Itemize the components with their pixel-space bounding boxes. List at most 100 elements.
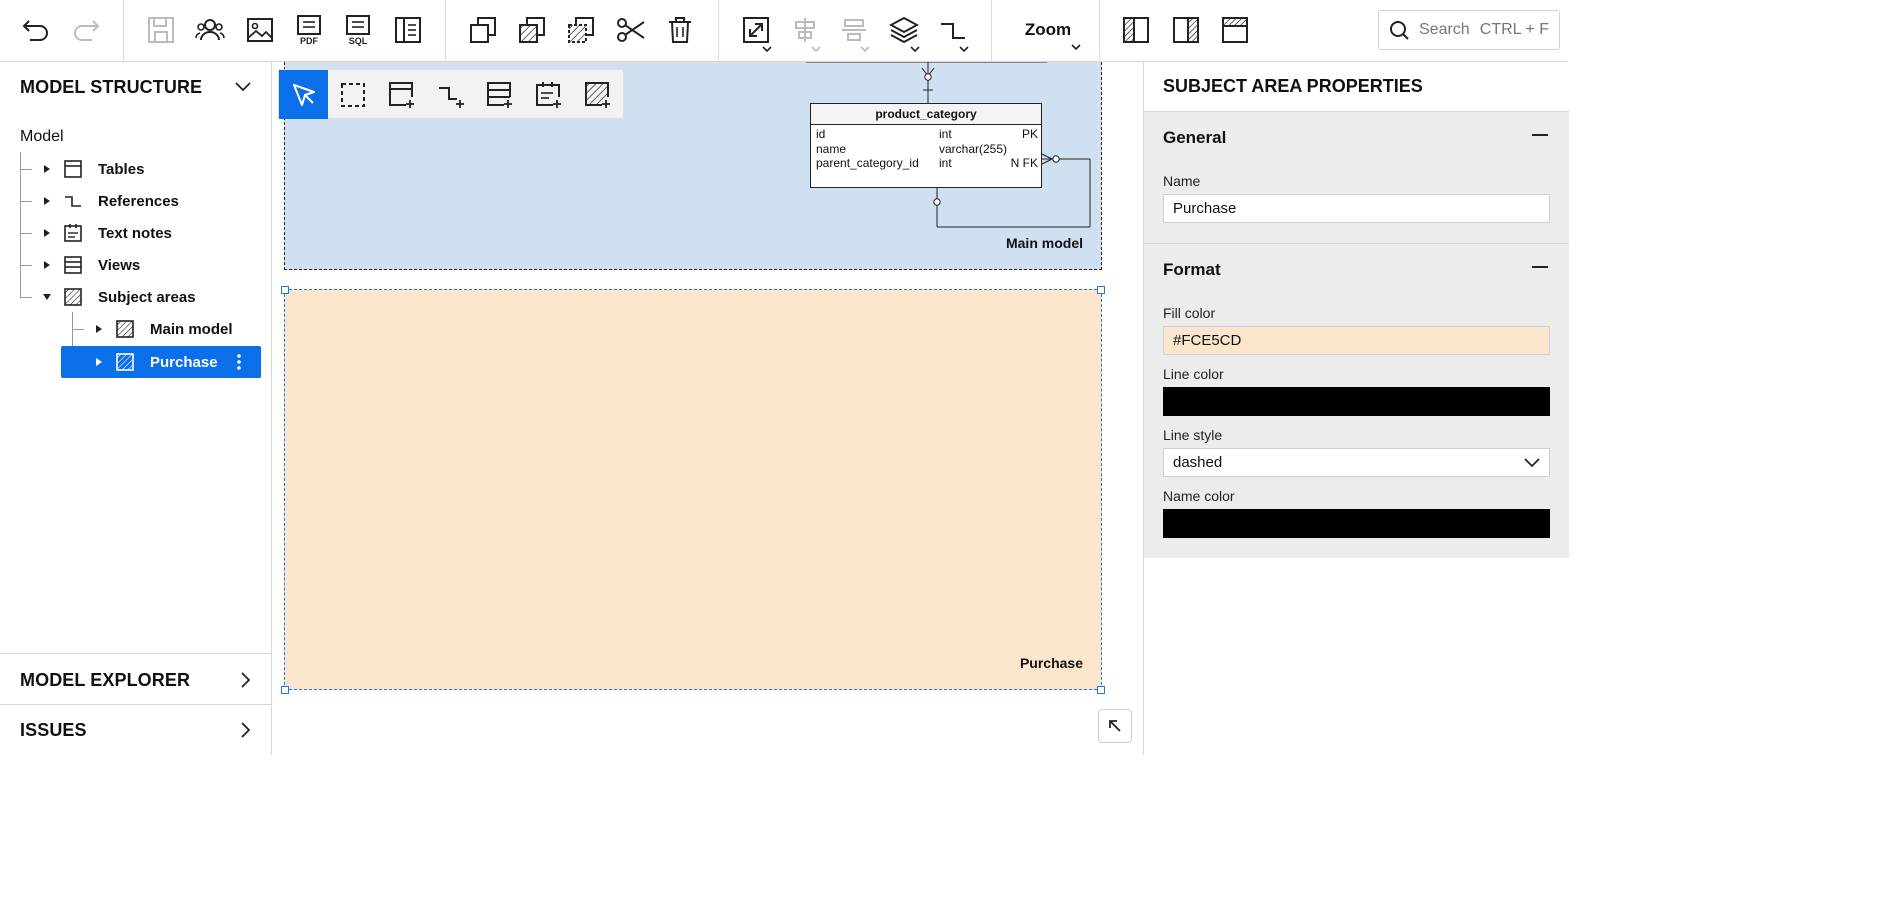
- add-reference-button[interactable]: [426, 70, 475, 119]
- er-table-product-category[interactable]: product_category id int PK name varchar(…: [810, 103, 1042, 188]
- tree-item-references[interactable]: References: [42, 185, 179, 217]
- resize-handle[interactable]: [281, 686, 289, 694]
- tree-item-views[interactable]: Views: [42, 249, 140, 281]
- minimap-toggle-button[interactable]: [1098, 709, 1132, 743]
- add-table-button[interactable]: [377, 70, 426, 119]
- add-reference-icon: [438, 86, 464, 108]
- add-view-icon: [486, 81, 512, 108]
- name-input[interactable]: Purchase: [1163, 194, 1550, 223]
- cursor-icon: [292, 83, 315, 106]
- search-box[interactable]: Search CTRL + F: [1378, 10, 1560, 50]
- undo-button[interactable]: [14, 6, 58, 54]
- model-explorer-header[interactable]: MODEL EXPLORER: [0, 655, 271, 705]
- model-structure-title: MODEL STRUCTURE: [20, 76, 203, 97]
- copy-button[interactable]: [461, 6, 505, 54]
- column-type: varchar(255): [939, 141, 1008, 156]
- orthogonal-line-icon: [941, 23, 965, 39]
- select-tool-button[interactable]: [279, 70, 328, 119]
- trash-icon: [669, 17, 691, 43]
- subject-area-purchase[interactable]: Purchase: [284, 289, 1102, 690]
- zoom-button[interactable]: Zoom: [1005, 8, 1091, 54]
- paste-button[interactable]: [559, 6, 603, 54]
- tree-item-purchase[interactable]: Purchase: [61, 346, 261, 378]
- issues-title: ISSUES: [20, 719, 87, 740]
- fill-color-value: #FCE5CD: [1173, 332, 1242, 349]
- marquee-icon: [340, 82, 365, 107]
- distribute-button[interactable]: [832, 6, 876, 54]
- fit-button[interactable]: [734, 6, 778, 54]
- model-root[interactable]: Model: [20, 128, 64, 146]
- chevron-down-icon: [959, 46, 969, 52]
- collapse-icon[interactable]: [1531, 258, 1549, 276]
- chevron-right-icon: [241, 672, 251, 688]
- more-options-icon[interactable]: [237, 354, 241, 370]
- name-color-picker[interactable]: [1163, 509, 1550, 538]
- copy-subject-area-button[interactable]: [510, 6, 554, 54]
- tree-item-label: Subject areas: [98, 288, 196, 306]
- format-section-title: Format: [1163, 260, 1221, 279]
- align-center-icon: [795, 18, 815, 42]
- line-style-select[interactable]: dashed: [1163, 448, 1550, 477]
- chevron-down-icon: [811, 46, 821, 52]
- tree-item-tables[interactable]: Tables: [42, 153, 144, 185]
- right-panel-icon: [1173, 17, 1199, 43]
- properties-panel: SUBJECT AREA PROPERTIES General Name Pur…: [1143, 62, 1569, 755]
- add-subject-area-button[interactable]: [573, 70, 622, 119]
- collapse-icon[interactable]: [1531, 126, 1549, 144]
- svg-text:SQL: SQL: [349, 36, 368, 46]
- align-button[interactable]: [783, 6, 827, 54]
- search-shortcut: CTRL + F: [1479, 21, 1549, 38]
- export-pdf-button[interactable]: PDF: [287, 6, 331, 54]
- resize-handle[interactable]: [1097, 686, 1105, 694]
- layers-button[interactable]: [882, 6, 926, 54]
- cut-button[interactable]: [609, 6, 653, 54]
- add-view-button[interactable]: [475, 70, 524, 119]
- tree-item-text-notes[interactable]: Text notes: [42, 217, 172, 249]
- caret-right-icon: [44, 261, 50, 269]
- resize-handle[interactable]: [281, 286, 289, 294]
- top-panel-icon: [1222, 17, 1248, 43]
- model-structure-header[interactable]: MODEL STRUCTURE: [0, 62, 271, 112]
- image-icon: [247, 18, 273, 42]
- export-image-button[interactable]: [238, 6, 282, 54]
- diagram-canvas[interactable]: Main model product_category id int PK na…: [272, 62, 1143, 755]
- resize-handle[interactable]: [1097, 286, 1105, 294]
- er-table-title: product_category: [811, 104, 1041, 125]
- er-column-row: parent_category_id int N FK: [811, 156, 1041, 171]
- column-type: int: [939, 127, 952, 141]
- chevron-down-icon: [1071, 44, 1081, 50]
- tree-item-label: Main model: [150, 320, 233, 338]
- line-color-picker[interactable]: [1163, 387, 1550, 416]
- left-panel: MODEL STRUCTURE Model Tables References …: [0, 62, 272, 755]
- column-name: id: [816, 127, 826, 141]
- caret-right-icon: [44, 229, 50, 237]
- subject-area-label: Purchase: [1019, 655, 1083, 671]
- tree-item-label: Tables: [98, 160, 145, 178]
- share-button[interactable]: [188, 6, 232, 54]
- export-sql-button[interactable]: SQL: [336, 6, 380, 54]
- report-button[interactable]: [386, 6, 430, 54]
- fill-color-picker[interactable]: #FCE5CD: [1163, 326, 1550, 355]
- chevron-down-icon: [762, 46, 772, 52]
- marquee-tool-button[interactable]: [328, 70, 377, 119]
- add-text-note-button[interactable]: [524, 70, 573, 119]
- toggle-top-panel-button[interactable]: [1213, 6, 1257, 54]
- line-style-button[interactable]: [931, 6, 975, 54]
- toggle-left-panel-button[interactable]: [1114, 6, 1158, 54]
- properties-title: SUBJECT AREA PROPERTIES: [1163, 76, 1423, 96]
- fill-color-label: Fill color: [1163, 305, 1216, 321]
- view-icon: [64, 256, 82, 274]
- delete-button[interactable]: [658, 6, 702, 54]
- line-style-value: dashed: [1173, 454, 1223, 471]
- tree-item-main-model[interactable]: Main model: [94, 313, 264, 345]
- tree-item-label: Purchase: [150, 353, 218, 371]
- issues-header[interactable]: ISSUES: [0, 705, 271, 755]
- save-button[interactable]: [139, 6, 183, 54]
- tree-item-label: Views: [98, 256, 141, 274]
- caret-right-icon: [96, 325, 102, 333]
- redo-button[interactable]: [64, 6, 108, 54]
- chevron-down-icon: [235, 82, 251, 92]
- toggle-right-panel-button[interactable]: [1164, 6, 1208, 54]
- tree-item-subject-areas[interactable]: Subject areas: [42, 281, 196, 313]
- reference-icon: [65, 196, 81, 207]
